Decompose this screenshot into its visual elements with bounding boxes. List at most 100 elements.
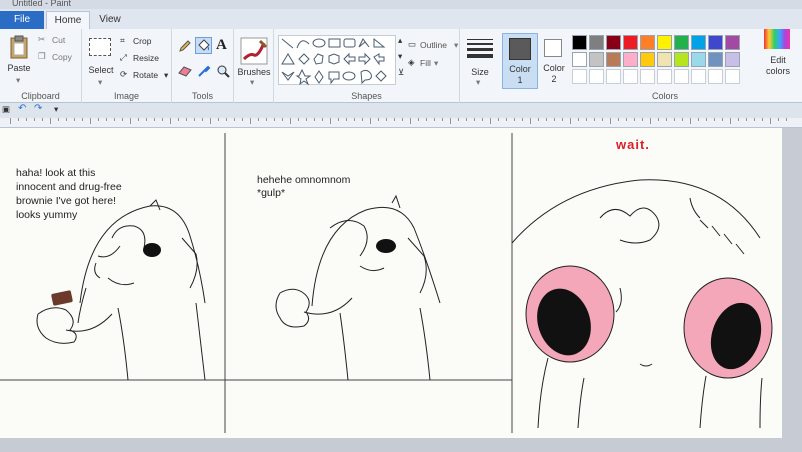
custom-color-slot[interactable] bbox=[725, 69, 740, 84]
color2-button[interactable]: Color 2 bbox=[540, 33, 570, 89]
expand-gallery-icon[interactable]: ⊻ bbox=[398, 67, 404, 78]
panel3-right-eye bbox=[683, 277, 773, 379]
resize-label: Resize bbox=[133, 53, 159, 63]
color-swatch[interactable] bbox=[640, 52, 655, 67]
ruler-tick bbox=[282, 118, 283, 121]
color1-button[interactable]: Color 1 bbox=[502, 33, 538, 89]
image-group: Select ▾ ⌗ Crop ⤢ Resize ⟳ Rotate ▾ Imag… bbox=[82, 29, 172, 103]
redo-icon[interactable]: ↷ bbox=[34, 103, 42, 114]
tab-home[interactable]: Home bbox=[46, 11, 90, 29]
scroll-down-icon[interactable]: ▾ bbox=[398, 51, 402, 62]
ruler-tick bbox=[554, 118, 555, 121]
eraser-icon[interactable] bbox=[178, 65, 192, 77]
custom-color-slot[interactable] bbox=[657, 69, 672, 84]
custom-color-slot[interactable] bbox=[640, 69, 655, 84]
colors-group: Colors bbox=[572, 29, 758, 103]
color-picker-icon[interactable] bbox=[197, 64, 211, 78]
magnifier-icon[interactable] bbox=[216, 64, 230, 78]
ruler-tick bbox=[682, 118, 683, 121]
color-swatch[interactable] bbox=[572, 35, 587, 50]
outline-button[interactable]: ▭ Outline ▾ bbox=[408, 39, 460, 51]
fill-bucket-icon[interactable] bbox=[195, 37, 212, 54]
ruler-tick bbox=[602, 118, 603, 121]
ruler-tick bbox=[298, 118, 299, 121]
copy-label: Copy bbox=[52, 52, 72, 62]
ruler-tick bbox=[394, 118, 395, 121]
scroll-up-icon[interactable]: ▴ bbox=[398, 35, 402, 46]
drawing-canvas[interactable]: haha! look at this innocent and drug-fre… bbox=[0, 128, 782, 438]
ruler-tick bbox=[154, 118, 155, 121]
custom-color-slot[interactable] bbox=[623, 69, 638, 84]
customize-toolbar-icon[interactable]: ▾ bbox=[54, 104, 58, 115]
color-swatch[interactable] bbox=[708, 35, 723, 50]
custom-color-slot[interactable] bbox=[691, 69, 706, 84]
ruler-tick bbox=[98, 118, 99, 121]
ruler-tick bbox=[58, 118, 59, 121]
quick-access-toolbar: ▣ ↶ ↷ ▾ bbox=[0, 103, 802, 118]
ruler-tick bbox=[522, 118, 523, 121]
save-icon[interactable]: ▣ bbox=[2, 104, 10, 115]
brownie bbox=[51, 290, 73, 306]
clipboard-group-label: Clipboard bbox=[21, 91, 60, 101]
color-swatch[interactable] bbox=[606, 35, 621, 50]
color-swatch[interactable] bbox=[606, 52, 621, 67]
panel2-character bbox=[275, 194, 441, 381]
fill-button[interactable]: ◈ Fill ▾ bbox=[408, 57, 460, 69]
resize-button[interactable]: ⤢ Resize bbox=[120, 52, 170, 64]
color-swatch[interactable] bbox=[572, 52, 587, 67]
text-icon[interactable]: A bbox=[216, 37, 227, 54]
cut-button[interactable]: ✂ Cut bbox=[38, 34, 80, 46]
ruler-tick bbox=[74, 118, 75, 121]
copy-button[interactable]: ❐ Copy bbox=[38, 51, 80, 63]
color-swatch[interactable] bbox=[623, 35, 638, 50]
rotate-button[interactable]: ⟳ Rotate ▾ bbox=[120, 69, 172, 81]
color-swatch[interactable] bbox=[657, 35, 672, 50]
color-swatch[interactable] bbox=[589, 52, 604, 67]
shapes-gallery[interactable] bbox=[278, 35, 396, 86]
chevron-down-icon: ▾ bbox=[250, 77, 255, 87]
ruler-tick bbox=[746, 118, 747, 121]
color-swatch[interactable] bbox=[691, 52, 706, 67]
custom-color-slot[interactable] bbox=[589, 69, 604, 84]
color-swatch[interactable] bbox=[725, 35, 740, 50]
color-swatch[interactable] bbox=[708, 52, 723, 67]
color-swatch[interactable] bbox=[674, 35, 689, 50]
undo-icon[interactable]: ↶ bbox=[18, 103, 26, 114]
panel1-character bbox=[36, 199, 206, 381]
color-swatch[interactable] bbox=[623, 52, 638, 67]
shapes-gallery-icons bbox=[281, 37, 387, 86]
color-swatch[interactable] bbox=[657, 52, 672, 67]
custom-color-slot[interactable] bbox=[572, 69, 587, 84]
workspace: haha! look at this innocent and drug-fre… bbox=[0, 128, 802, 452]
chevron-down-icon: ▾ bbox=[434, 58, 439, 68]
ruler-tick bbox=[698, 118, 699, 121]
ruler-tick bbox=[514, 118, 515, 121]
ruler-tick bbox=[650, 118, 651, 124]
custom-color-slot[interactable] bbox=[674, 69, 689, 84]
color-swatch[interactable] bbox=[674, 52, 689, 67]
custom-color-slot[interactable] bbox=[708, 69, 723, 84]
ruler-tick bbox=[130, 118, 131, 124]
ruler-tick bbox=[114, 118, 115, 121]
ruler-tick bbox=[194, 118, 195, 121]
pencil-icon[interactable] bbox=[178, 39, 192, 53]
tab-view[interactable]: View bbox=[92, 11, 128, 29]
select-button[interactable]: Select ▾ bbox=[86, 35, 116, 87]
color-swatch[interactable] bbox=[640, 35, 655, 50]
custom-color-slot[interactable] bbox=[606, 69, 621, 84]
tools-group: A Tools bbox=[172, 29, 234, 103]
color-swatch[interactable] bbox=[589, 35, 604, 50]
ruler-tick bbox=[386, 118, 387, 121]
paste-button[interactable]: Paste ▾ bbox=[4, 33, 34, 85]
edit-colors-button[interactable]: Edit colors bbox=[758, 29, 802, 103]
ruler-tick bbox=[450, 118, 451, 124]
ruler-tick bbox=[362, 118, 363, 121]
brushes-group[interactable]: Brushes ▾ bbox=[234, 29, 274, 103]
color-swatch[interactable] bbox=[725, 52, 740, 67]
resize-icon: ⤢ bbox=[120, 52, 127, 62]
color-swatch[interactable] bbox=[691, 35, 706, 50]
size-button[interactable]: Size ▾ bbox=[460, 29, 500, 103]
tab-file[interactable]: File bbox=[0, 11, 44, 29]
crop-button[interactable]: ⌗ Crop bbox=[120, 35, 170, 47]
ruler-tick bbox=[706, 118, 707, 121]
